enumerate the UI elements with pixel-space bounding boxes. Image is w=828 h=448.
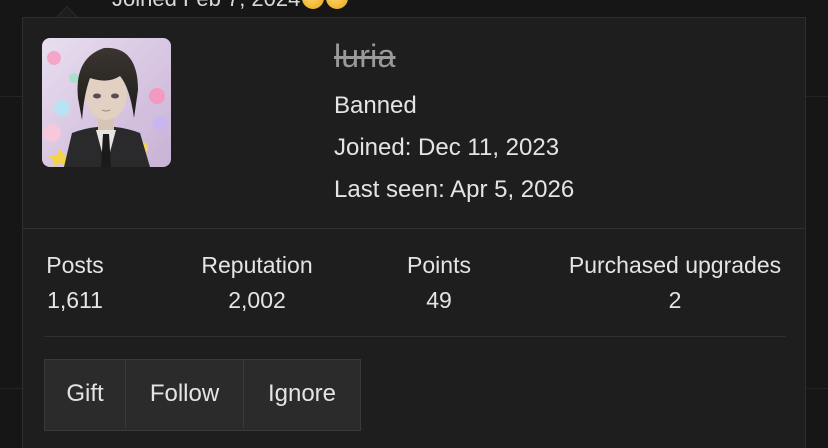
stat-label: Reputation xyxy=(201,252,313,278)
stat-purchased-upgrades: Purchased upgrades 2 xyxy=(555,252,795,314)
avatar[interactable] xyxy=(42,38,171,167)
stat-value[interactable]: 2,002 xyxy=(187,287,327,314)
laughing-emoji-icon xyxy=(326,0,349,10)
user-status: Banned xyxy=(334,92,417,119)
follow-button[interactable]: Follow xyxy=(126,360,244,428)
stat-points: Points 49 xyxy=(389,252,489,314)
stat-label: Points xyxy=(407,252,471,278)
tooltip-arrow xyxy=(56,6,78,17)
divider xyxy=(44,336,786,337)
joined-date: Joined: Dec 11, 2023 xyxy=(334,134,560,161)
stat-label: Posts xyxy=(46,252,104,278)
stat-value[interactable]: 49 xyxy=(389,287,489,314)
stat-value[interactable]: 1,611 xyxy=(35,287,115,314)
divider xyxy=(23,228,805,229)
stat-posts: Posts 1,611 xyxy=(35,252,115,314)
gift-button[interactable]: Gift xyxy=(45,360,126,428)
stat-reputation: Reputation 2,002 xyxy=(187,252,327,314)
page: Joined Feb 7, 2024 xyxy=(0,0,828,448)
stat-label: Purchased upgrades xyxy=(568,252,782,278)
member-actions: Gift Follow Ignore xyxy=(44,359,361,431)
ignore-button[interactable]: Ignore xyxy=(244,360,360,428)
anime-avatar-image xyxy=(42,38,171,167)
username[interactable]: luria xyxy=(334,38,395,75)
background-post-line: Joined Feb 7, 2024 xyxy=(112,0,349,12)
background-joined-text: Joined Feb 7, 2024 xyxy=(112,0,300,11)
laughing-emoji-icon xyxy=(302,0,325,10)
stat-value: 2 xyxy=(668,287,682,313)
last-seen: Last seen: Apr 5, 2026 xyxy=(334,176,575,203)
member-tooltip-card: luria Banned Joined: Dec 11, 2023 Last s… xyxy=(22,17,806,448)
